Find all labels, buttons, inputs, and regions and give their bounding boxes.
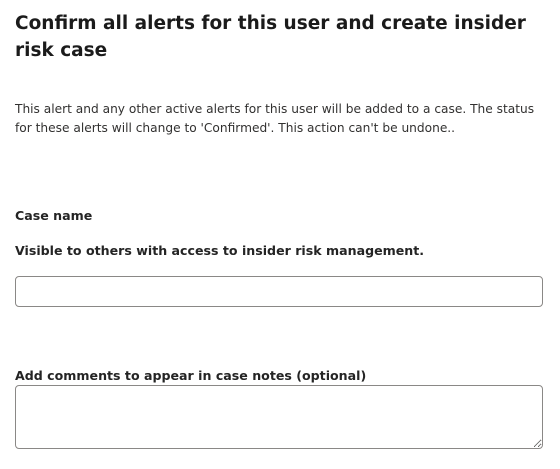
dialog-description: This alert and any other active alerts f…	[15, 102, 535, 135]
case-name-label: Case name	[15, 208, 93, 223]
case-name-help-text: Visible to others with access to insider…	[15, 243, 425, 258]
dialog-title: Confirm all alerts for this user and cre…	[15, 13, 526, 61]
comments-label: Add comments to appear in case notes (op…	[15, 368, 367, 383]
confirm-alerts-dialog: Confirm all alerts for this user and cre…	[15, 0, 543, 469]
comments-textarea[interactable]	[15, 385, 543, 449]
case-name-input[interactable]	[15, 276, 543, 307]
